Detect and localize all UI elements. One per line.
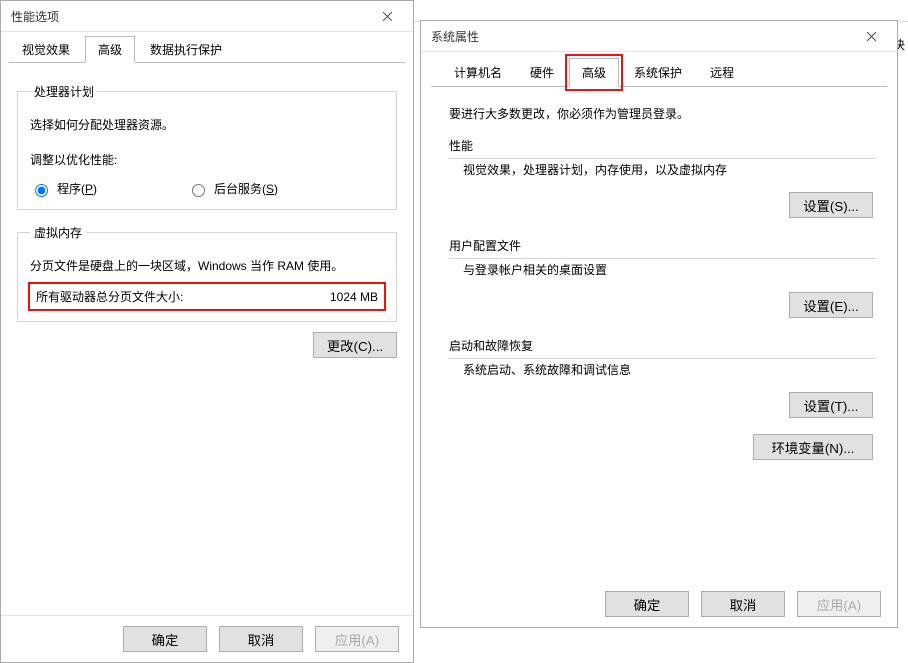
sysprop-bottom-buttons: 确定 取消 应用(A) [421, 581, 897, 627]
tab-remote[interactable]: 远程 [697, 58, 747, 87]
user-profiles-desc: 与登录帐户相关的桌面设置 [463, 261, 877, 278]
tab-hardware[interactable]: 硬件 [517, 58, 567, 87]
ok-button[interactable]: 确定 [605, 591, 689, 617]
background-strip [414, 0, 908, 22]
system-properties-dialog: 系统属性 计算机名 硬件 高级 系统保护 远程 要进行大多数更改，你必须作为管理… [420, 20, 898, 628]
radio-background-input[interactable] [192, 184, 205, 197]
tab-advanced[interactable]: 高级 [569, 58, 619, 87]
adjust-label: 调整以优化性能: [30, 151, 384, 168]
user-profiles-header: 用户配置文件 [449, 234, 877, 254]
radio-background-services[interactable]: 后台服务(S) [187, 180, 278, 197]
startup-recovery-header: 启动和故障恢复 [449, 334, 877, 354]
virtual-memory-desc: 分页文件是硬盘上的一块区域，Windows 当作 RAM 使用。 [30, 257, 384, 274]
user-profiles-settings-button[interactable]: 设置(E)... [789, 292, 873, 318]
startup-recovery-desc: 系统启动、系统故障和调试信息 [463, 361, 877, 378]
perf-advanced-body: 处理器计划 选择如何分配处理器资源。 调整以优化性能: 程序(P) 后台服务(S… [1, 63, 413, 358]
perf-tabs: 视觉效果 高级 数据执行保护 [1, 32, 413, 63]
tab-system-protection[interactable]: 系统保护 [621, 58, 695, 87]
performance-desc: 视觉效果，处理器计划，内存使用，以及虚拟内存 [463, 161, 877, 178]
apply-button[interactable]: 应用(A) [315, 626, 399, 652]
tab-dep[interactable]: 数据执行保护 [137, 36, 235, 63]
tab-advanced[interactable]: 高级 [85, 36, 135, 63]
startup-recovery-section: 启动和故障恢复 系统启动、系统故障和调试信息 设置(T)... [449, 334, 877, 418]
perf-title: 性能选项 [11, 8, 59, 25]
close-icon[interactable] [851, 25, 891, 48]
sysprop-tabs: 计算机名 硬件 高级 系统保护 远程 [421, 52, 897, 87]
total-pagefile-value: 1024 MB [330, 290, 378, 304]
cancel-button[interactable]: 取消 [219, 626, 303, 652]
sysprop-title: 系统属性 [431, 28, 479, 45]
performance-section: 性能 视觉效果，处理器计划，内存使用，以及虚拟内存 设置(S)... [449, 134, 877, 218]
sysprop-advanced-body: 要进行大多数更改，你必须作为管理员登录。 性能 视觉效果，处理器计划，内存使用，… [421, 87, 897, 460]
performance-settings-button[interactable]: 设置(S)... [789, 192, 873, 218]
startup-recovery-settings-button[interactable]: 设置(T)... [789, 392, 873, 418]
virtual-memory-legend: 虚拟内存 [30, 224, 86, 241]
processor-scheduling-legend: 处理器计划 [30, 83, 98, 100]
ok-button[interactable]: 确定 [123, 626, 207, 652]
stage: 性能选项 视觉效果 高级 数据执行保护 处理器计划 选择如何分配处理器资源。 调… [0, 0, 908, 663]
processor-prompt: 选择如何分配处理器资源。 [30, 116, 384, 133]
radio-programs[interactable]: 程序(P) [30, 180, 97, 197]
total-pagefile-row: 所有驱动器总分页文件大小: 1024 MB [30, 284, 384, 309]
cancel-button[interactable]: 取消 [701, 591, 785, 617]
sysprop-titlebar: 系统属性 [421, 21, 897, 52]
virtual-memory-group: 虚拟内存 分页文件是硬盘上的一块区域，Windows 当作 RAM 使用。 所有… [17, 224, 397, 322]
admin-note: 要进行大多数更改，你必须作为管理员登录。 [449, 105, 877, 122]
processor-scheduling-group: 处理器计划 选择如何分配处理器资源。 调整以优化性能: 程序(P) 后台服务(S… [17, 83, 397, 210]
environment-variables-button[interactable]: 环境变量(N)... [753, 434, 873, 460]
processor-radios: 程序(P) 后台服务(S) [30, 180, 384, 197]
apply-button[interactable]: 应用(A) [797, 591, 881, 617]
user-profiles-section: 用户配置文件 与登录帐户相关的桌面设置 设置(E)... [449, 234, 877, 318]
performance-header: 性能 [449, 134, 877, 154]
total-pagefile-label: 所有驱动器总分页文件大小: [36, 288, 183, 305]
perf-titlebar: 性能选项 [1, 1, 413, 32]
perf-bottom-buttons: 确定 取消 应用(A) [1, 615, 413, 662]
radio-programs-input[interactable] [35, 184, 48, 197]
performance-options-dialog: 性能选项 视觉效果 高级 数据执行保护 处理器计划 选择如何分配处理器资源。 调… [0, 0, 414, 663]
tab-visual-effects[interactable]: 视觉效果 [9, 36, 83, 63]
tab-computer-name[interactable]: 计算机名 [441, 58, 515, 87]
close-icon[interactable] [367, 5, 407, 28]
change-button[interactable]: 更改(C)... [313, 332, 397, 358]
